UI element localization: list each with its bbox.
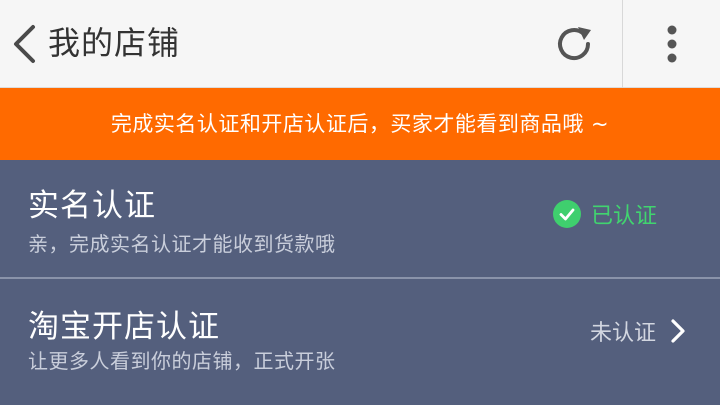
refresh-icon: [558, 27, 591, 61]
status-badge: 已认证: [591, 204, 658, 229]
page-title: 我的店铺: [48, 24, 181, 62]
chevron-right-icon: [671, 319, 685, 343]
my-shop-screen: 我的店铺 完成实名认证和开店认证后，买家才能看到商品哦 ~ 实名认证 亲，完成实…: [0, 0, 720, 405]
more-vertical-icon: [667, 25, 677, 63]
list-item-shop-verification[interactable]: 淘宝开店认证 让更多人看到你的店铺，正式开张 未认证: [0, 279, 720, 405]
refresh-button[interactable]: [548, 18, 600, 70]
row-title: 淘宝开店认证: [28, 309, 220, 345]
chevron-left-icon: [14, 25, 35, 63]
row-title: 实名认证: [28, 188, 156, 224]
row-subtitle: 亲，完成实名认证才能收到货款哦: [28, 232, 336, 256]
verification-notice-banner: 完成实名认证和开店认证后，买家才能看到商品哦 ~: [0, 88, 720, 160]
app-header: 我的店铺: [0, 0, 720, 88]
status-badge: 未认证: [590, 321, 657, 346]
status-unverified: 未认证: [590, 315, 686, 347]
back-button[interactable]: [4, 14, 44, 74]
header-divider: [622, 0, 623, 88]
check-circle-icon: [553, 200, 581, 228]
status-verified: 已认证: [553, 198, 657, 230]
row-subtitle: 让更多人看到你的店铺，正式开张: [28, 349, 336, 373]
more-options-button[interactable]: [646, 16, 698, 72]
list-item-real-name-verification[interactable]: 实名认证 亲，完成实名认证才能收到货款哦 已认证: [0, 160, 720, 278]
